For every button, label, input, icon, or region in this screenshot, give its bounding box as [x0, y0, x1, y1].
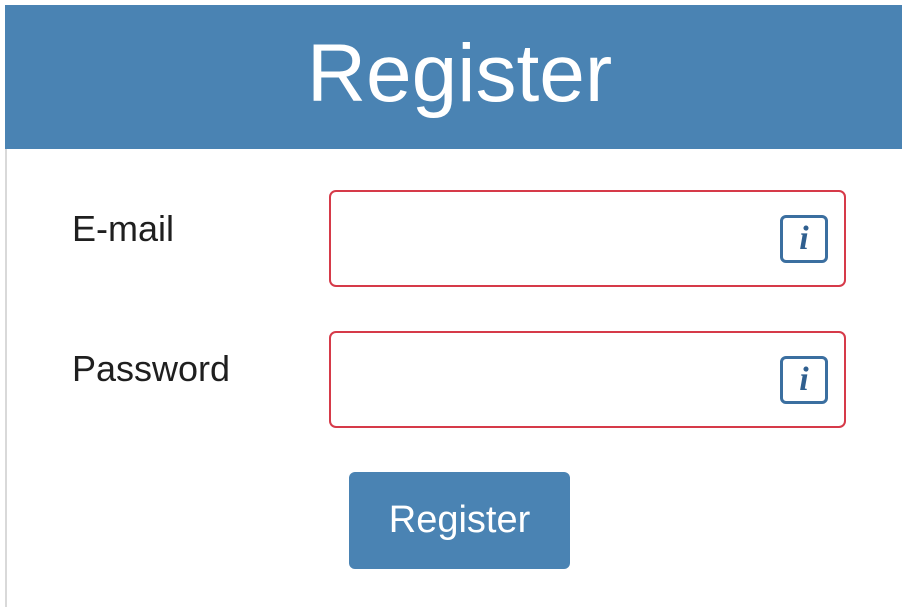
info-icon[interactable]: i: [780, 214, 828, 263]
info-icon[interactable]: i: [780, 355, 828, 404]
page-title: Register: [306, 28, 613, 119]
register-button[interactable]: Register: [349, 472, 570, 569]
email-field-wrapper: i: [329, 190, 846, 287]
email-field[interactable]: [331, 192, 844, 285]
email-label: E-mail: [72, 208, 175, 249]
password-label: Password: [72, 348, 231, 389]
password-field[interactable]: [331, 333, 844, 426]
register-header: Register: [5, 5, 902, 149]
password-field-wrapper: i: [329, 331, 846, 428]
